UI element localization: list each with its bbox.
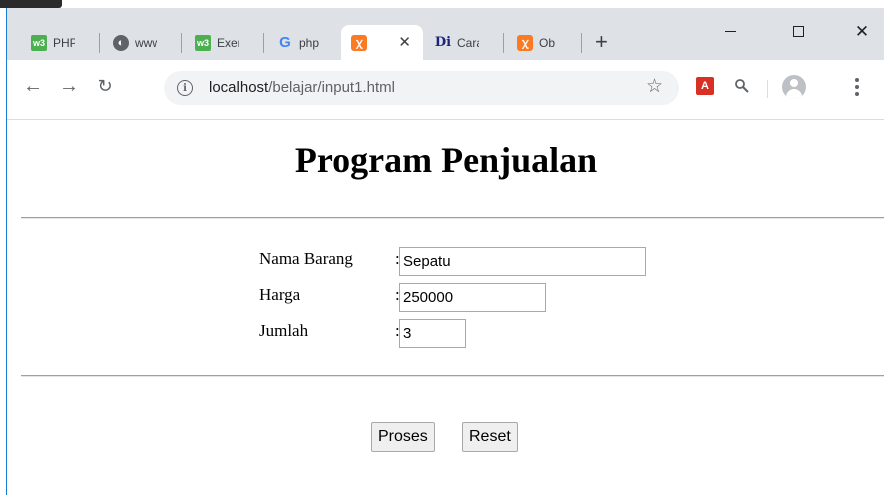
tab-separator [581, 33, 582, 53]
tab-php-search[interactable]: G php [267, 25, 341, 60]
tab-separator [503, 33, 504, 53]
tab-title: PHP [53, 35, 75, 50]
tab-www[interactable]: ◐ www [103, 25, 179, 60]
page-content: Program Penjualan Nama Barang : Harga : … [7, 121, 884, 495]
w3schools-icon: w3 [195, 34, 211, 51]
arrow-right-icon: → [59, 74, 79, 97]
tab-title: php [299, 35, 320, 50]
xampp-icon: ꭓ [517, 34, 533, 51]
arrow-left-icon: ← [23, 74, 43, 97]
harga-input[interactable] [399, 283, 546, 312]
tab-ob[interactable]: ꭓ Ob [507, 25, 579, 60]
w3schools-icon: w3 [31, 34, 47, 51]
maximize-icon [792, 25, 804, 37]
close-icon: ✕ [854, 21, 870, 41]
tab-title: Exercise [217, 35, 239, 50]
profile-avatar[interactable] [782, 75, 806, 99]
browser-toolbar: ← → ↻ i localhost/belajar/input1.html ☆ … [7, 60, 884, 120]
address-bar[interactable]: i localhost/belajar/input1.html ☆ [164, 71, 679, 105]
minimize-button[interactable] [707, 16, 753, 46]
horizontal-rule [21, 217, 884, 219]
reload-icon: ↻ [97, 75, 113, 96]
back-button[interactable]: ← [19, 72, 47, 100]
jumlah-label: Jumlah [259, 321, 309, 340]
xampp-icon: ꭓ [351, 34, 367, 51]
avatar-body [786, 89, 802, 99]
avatar-head [790, 79, 798, 87]
tab-separator [263, 33, 264, 53]
reset-button[interactable]: Reset [462, 422, 518, 452]
tab-title: www [135, 35, 157, 50]
url-path: /belajar/input1.html [268, 79, 395, 96]
new-tab-button[interactable]: + [595, 31, 608, 53]
tab-strip: w3 PHP ◐ www w3 Exercise G php ꭓ ✕ Di Ca… [7, 8, 884, 60]
tab-separator [99, 33, 100, 53]
maximize-button[interactable] [775, 16, 821, 46]
minimize-icon [724, 30, 736, 32]
nama-barang-input[interactable] [399, 247, 646, 276]
url-host: localhost [209, 79, 269, 96]
harga-label: Harga [259, 285, 301, 304]
url-text[interactable]: localhost/belajar/input1.html [209, 79, 395, 96]
close-tab-icon[interactable]: ✕ [398, 33, 411, 51]
tab-separator [181, 33, 182, 53]
forward-button[interactable]: → [55, 72, 83, 100]
tab-active-xampp[interactable]: ꭓ ✕ [341, 25, 423, 60]
tab-title: Ob [539, 35, 556, 50]
search-extension-icon[interactable] [733, 77, 751, 95]
horizontal-rule [21, 375, 884, 377]
desktop-corner-strip [0, 0, 62, 8]
proses-button[interactable]: Proses [371, 422, 435, 452]
browser-window: w3 PHP ◐ www w3 Exercise G php ꭓ ✕ Di Ca… [6, 8, 884, 495]
dicoding-icon: Di [434, 35, 452, 50]
tab-title: Cara [457, 35, 479, 50]
jumlah-input[interactable] [399, 319, 466, 348]
close-window-button[interactable]: ✕ [839, 16, 884, 46]
pdf-extension-icon[interactable]: A [696, 77, 714, 95]
nama-barang-label: Nama Barang [259, 249, 353, 268]
google-icon: G [279, 34, 291, 51]
menu-dots-icon[interactable] [847, 74, 867, 100]
reload-button[interactable]: ↻ [91, 72, 119, 100]
bookmark-star-icon[interactable]: ☆ [646, 75, 663, 98]
info-icon[interactable]: i [177, 80, 193, 96]
tab-cara[interactable]: Di Cara [425, 25, 501, 60]
tab-php[interactable]: w3 PHP [21, 25, 97, 60]
page-title: Program Penjualan [294, 140, 598, 180]
toolbar-separator [767, 80, 768, 98]
globe-icon: ◐ [113, 34, 129, 51]
tab-exercise[interactable]: w3 Exercise [185, 25, 261, 60]
